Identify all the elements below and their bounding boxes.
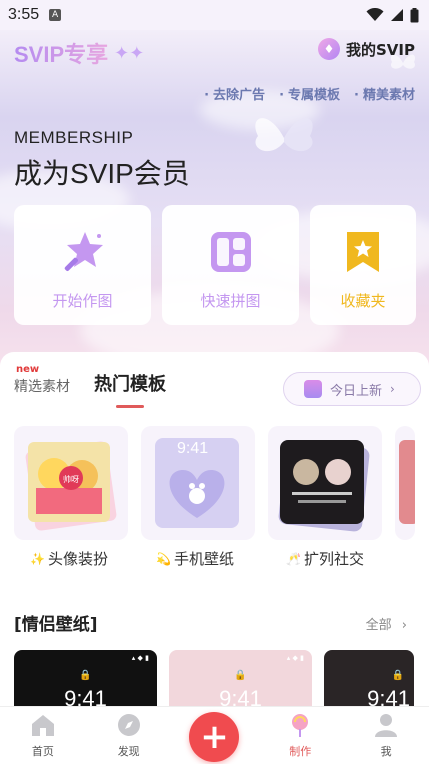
- butterfly-decoration: [255, 118, 313, 152]
- battery-icon: [410, 7, 419, 22]
- today-new-button[interactable]: 今日上新 ›: [283, 372, 421, 406]
- tab-materials-label: 精选素材: [14, 379, 70, 395]
- notification-icon: A: [49, 9, 62, 21]
- perk-list: 去除广告 专属模板 精美素材: [204, 84, 415, 103]
- avatar-template-card[interactable]: 帅呀: [14, 426, 128, 540]
- bookmark-star-icon: [347, 232, 379, 272]
- page-header: SVIP专享 ✦✦: [14, 38, 144, 68]
- social-template-thumbnail: [278, 440, 370, 532]
- tab-hot-templates[interactable]: 热门模板: [94, 370, 166, 408]
- nav-discover[interactable]: 发现: [86, 707, 172, 764]
- home-icon: [31, 715, 54, 736]
- quick-collage-card[interactable]: 快速拼图: [162, 205, 299, 325]
- my-svip-label: 我的SVIP: [346, 40, 415, 59]
- feature-card-label: 开始作图: [52, 292, 113, 310]
- collage-grid-icon: [210, 232, 251, 272]
- nav-me[interactable]: 我: [343, 707, 429, 764]
- my-svip-button[interactable]: ♦ 我的SVIP: [318, 38, 415, 60]
- nav-label: 发现: [117, 745, 140, 758]
- wallpaper-template-card[interactable]: 9:41: [141, 426, 255, 540]
- template-category-social[interactable]: 🥂 扩列社交: [286, 548, 364, 569]
- more-template-thumbnail: [399, 440, 415, 524]
- tab-bar: new 精选素材 热门模板: [14, 364, 166, 408]
- feature-card-label: 收藏夹: [340, 292, 386, 310]
- perk-item: 去除广告: [204, 84, 265, 103]
- feature-cards: 开始作图 快速拼图 收藏夹: [14, 205, 416, 325]
- chevron-right-icon: ›: [401, 618, 407, 633]
- star-wand-icon: [64, 232, 103, 271]
- plus-icon: +: [189, 712, 240, 762]
- start-drawing-card[interactable]: 开始作图: [14, 205, 151, 325]
- feature-card-label: 快速拼图: [200, 292, 261, 310]
- template-category-label: 扩列社交: [303, 550, 364, 568]
- chevron-right-icon: ›: [390, 382, 395, 396]
- calendar-icon: [304, 380, 322, 398]
- favorites-card[interactable]: 收藏夹: [310, 205, 416, 325]
- gem-icon: ♦: [318, 38, 340, 60]
- brand-title: SVIP专享: [14, 37, 108, 69]
- preview-status-icons: ▴ ◆ ▮: [131, 654, 149, 662]
- sparkle-icon: ✨: [30, 551, 45, 566]
- more-template-card[interactable]: [395, 426, 415, 540]
- cheers-icon: 🥂: [286, 551, 301, 566]
- membership-headline: 成为SVIP会员: [14, 158, 190, 189]
- sparkle-icon: ✦✦: [114, 42, 145, 64]
- couple-wallpaper-title: [情侣壁纸]: [14, 615, 98, 635]
- nav-create-center[interactable]: +: [172, 707, 258, 764]
- template-category-list: 帅呀 9:41: [14, 426, 415, 540]
- lollipop-icon: [292, 714, 309, 737]
- wifi-icon: [366, 8, 384, 21]
- view-all-label: 全部: [365, 618, 392, 633]
- lock-icon: 🔒: [391, 670, 405, 681]
- template-thumb-text: 帅呀: [63, 475, 79, 484]
- signal-icon: [391, 9, 403, 21]
- status-time: 3:55: [8, 6, 40, 23]
- template-category-label: 头像装扮: [47, 550, 108, 568]
- nav-make[interactable]: 制作: [257, 707, 343, 764]
- template-category-wallpaper[interactable]: 💫 手机壁纸: [156, 548, 234, 569]
- user-icon: [375, 714, 398, 737]
- status-icons: [366, 7, 419, 23]
- nav-home[interactable]: 首页: [0, 707, 86, 764]
- preview-status-icons: ▴ ◆ ▮: [286, 654, 304, 662]
- template-category-avatar[interactable]: ✨ 头像装扮: [30, 548, 108, 569]
- nav-label: 制作: [289, 745, 312, 758]
- status-bar: 3:55 A: [0, 0, 429, 30]
- membership-eyebrow: MEMBERSHIP: [14, 128, 134, 147]
- nav-label: 首页: [31, 745, 54, 758]
- template-category-label: 手机壁纸: [173, 550, 234, 568]
- nav-label: 我: [380, 745, 392, 758]
- lock-icon: 🔒: [79, 670, 92, 681]
- compass-icon: [117, 714, 140, 736]
- template-thumb-time: 9:41: [177, 440, 209, 457]
- today-new-label: 今日上新: [330, 383, 383, 399]
- view-all-link[interactable]: 全部 ›: [366, 614, 407, 633]
- perk-item: 专属模板: [279, 84, 340, 103]
- content-panel: new 精选素材 热门模板 今日上新 › 帅呀 9:41 ✨ 头像装扮 💫 手机…: [0, 352, 429, 720]
- swirl-icon: 💫: [156, 551, 171, 566]
- lock-icon: 🔒: [234, 670, 247, 681]
- perk-item: 精美素材: [354, 84, 415, 103]
- social-template-card[interactable]: [268, 426, 382, 540]
- tab-materials[interactable]: new 精选素材: [14, 364, 70, 396]
- bottom-nav: 首页 发现 + 制作 我: [0, 706, 429, 764]
- new-badge: new: [16, 364, 40, 375]
